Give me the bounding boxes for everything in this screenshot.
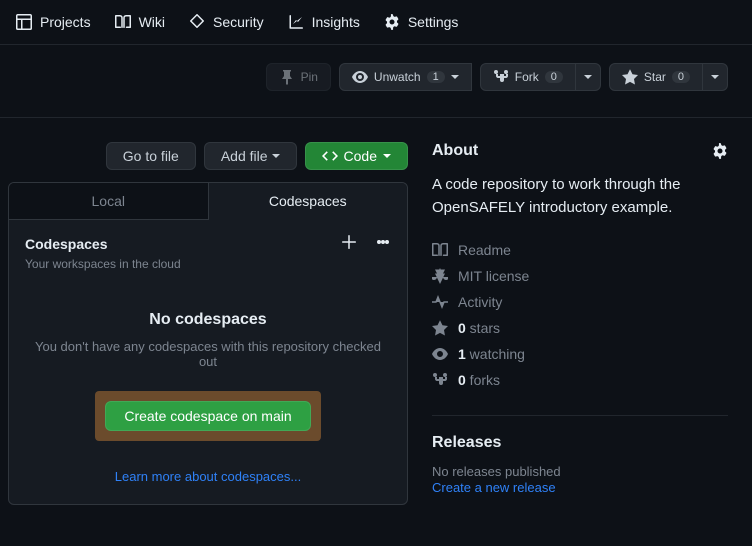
fork-count: 0 xyxy=(545,71,563,83)
unwatch-button[interactable]: Unwatch 1 xyxy=(339,63,472,91)
repo-nav: Projects Wiki Security Insights Settings xyxy=(0,0,752,45)
nav-security[interactable]: Security xyxy=(181,8,272,36)
button-label: Add file xyxy=(221,148,268,164)
sidebar: About A code repository to work through … xyxy=(432,142,728,495)
empty-title: No codespaces xyxy=(33,311,383,329)
chevron-down-icon xyxy=(383,154,391,158)
nav-wiki[interactable]: Wiki xyxy=(107,8,173,36)
nav-projects[interactable]: Projects xyxy=(8,8,99,36)
codespaces-title: Codespaces xyxy=(25,236,107,252)
stars-link[interactable]: 0 stars xyxy=(432,315,728,341)
item-label: 1 watching xyxy=(458,346,525,362)
watch-count: 1 xyxy=(427,71,445,83)
go-to-file-button[interactable]: Go to file xyxy=(106,142,196,170)
eye-icon xyxy=(432,346,448,362)
forks-link[interactable]: 0 forks xyxy=(432,367,728,393)
item-label: 0 stars xyxy=(458,320,500,336)
chevron-down-icon xyxy=(272,154,280,158)
book-icon xyxy=(115,14,131,30)
tab-local[interactable]: Local xyxy=(9,183,209,220)
repo-actions: Pin Unwatch 1 Fork 0 Star 0 xyxy=(0,45,752,118)
star-group: Star 0 xyxy=(609,63,728,91)
star-count: 0 xyxy=(672,71,690,83)
button-label: Star xyxy=(644,70,666,84)
code-button[interactable]: Code xyxy=(305,142,408,170)
add-file-button[interactable]: Add file xyxy=(204,142,297,170)
learn-more-link[interactable]: Learn more about codespaces... xyxy=(33,469,383,484)
graph-icon xyxy=(288,14,304,30)
releases-section: Releases No releases published Create a … xyxy=(432,434,728,495)
shield-icon xyxy=(189,14,205,30)
watching-link[interactable]: 1 watching xyxy=(432,341,728,367)
star-button[interactable]: Star 0 xyxy=(609,63,703,91)
activity-link[interactable]: Activity xyxy=(432,289,728,315)
button-label: Fork xyxy=(515,70,539,84)
law-icon xyxy=(432,268,448,284)
nav-settings[interactable]: Settings xyxy=(376,8,467,36)
code-icon xyxy=(322,148,338,164)
releases-none: No releases published xyxy=(432,464,728,479)
nav-label: Projects xyxy=(40,14,91,30)
star-menu[interactable] xyxy=(703,63,728,91)
empty-desc: You don't have any codespaces with this … xyxy=(33,339,383,369)
star-icon xyxy=(432,320,448,336)
chevron-down-icon xyxy=(584,75,592,79)
create-release-link[interactable]: Create a new release xyxy=(432,480,556,495)
create-highlight: Create codespace on main xyxy=(95,391,320,441)
button-label: Code xyxy=(344,148,377,164)
star-icon xyxy=(622,69,638,85)
item-label: 0 forks xyxy=(458,372,500,388)
item-label: Activity xyxy=(458,294,502,310)
table-icon xyxy=(16,14,32,30)
fork-menu[interactable] xyxy=(576,63,601,91)
fork-icon xyxy=(493,69,509,85)
divider xyxy=(432,415,728,416)
chevron-down-icon xyxy=(711,75,719,79)
readme-link[interactable]: Readme xyxy=(432,237,728,263)
nav-label: Wiki xyxy=(139,14,165,30)
eye-icon xyxy=(352,69,368,85)
create-codespace-button[interactable]: Create codespace on main xyxy=(105,401,310,431)
pin-button[interactable]: Pin xyxy=(266,63,331,91)
about-description: A code repository to work through the Op… xyxy=(432,174,728,219)
plus-icon[interactable] xyxy=(341,234,357,253)
chevron-down-icon xyxy=(451,75,459,79)
gear-icon xyxy=(384,14,400,30)
fork-group: Fork 0 xyxy=(480,63,601,91)
nav-label: Insights xyxy=(312,14,360,30)
button-label: Unwatch xyxy=(374,70,421,84)
code-popover: Local Codespaces Codespaces Your workspa… xyxy=(8,182,408,505)
tab-codespaces[interactable]: Codespaces xyxy=(209,183,408,220)
nav-label: Security xyxy=(213,14,264,30)
pin-icon xyxy=(279,69,295,85)
kebab-icon[interactable] xyxy=(375,234,391,253)
nav-label: Settings xyxy=(408,14,459,30)
releases-heading: Releases xyxy=(432,434,728,452)
watch-group: Unwatch 1 xyxy=(339,63,472,91)
item-label: MIT license xyxy=(458,268,529,284)
button-label: Pin xyxy=(301,70,318,84)
about-heading: About xyxy=(432,142,478,160)
license-link[interactable]: MIT license xyxy=(432,263,728,289)
fork-icon xyxy=(432,372,448,388)
codespaces-subtitle: Your workspaces in the cloud xyxy=(9,257,407,275)
pulse-icon xyxy=(432,294,448,310)
gear-icon[interactable] xyxy=(712,143,728,159)
book-icon xyxy=(432,242,448,258)
item-label: Readme xyxy=(458,242,511,258)
fork-button[interactable]: Fork 0 xyxy=(480,63,576,91)
nav-insights[interactable]: Insights xyxy=(280,8,368,36)
